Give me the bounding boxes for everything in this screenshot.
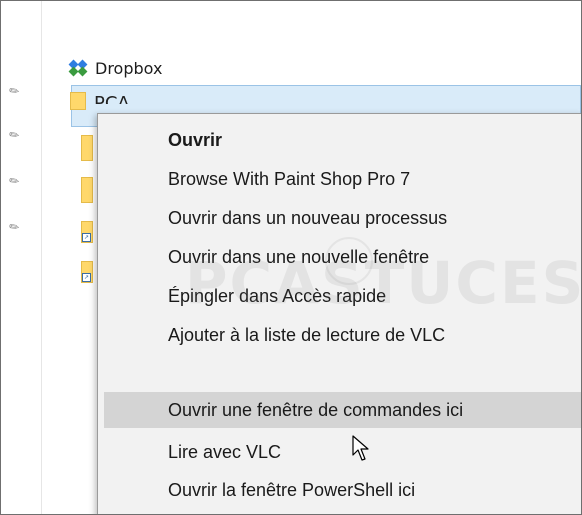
pin-icon[interactable]: ✎ [6, 124, 25, 144]
item-label: PCA [94, 93, 130, 104]
shortcut-arrow-icon: ↗ [82, 273, 91, 282]
pin-icon[interactable]: ✎ [6, 216, 25, 236]
menu-item-nouvelle-fenetre[interactable]: Ouvrir dans une nouvelle fenêtre [104, 239, 581, 275]
quick-access-pin-column: ✎ ✎ ✎ ✎ [1, 1, 42, 514]
context-menu: Ouvrir Browse With Paint Shop Pro 7 Ouvr… [97, 113, 581, 514]
dropbox-icon [68, 59, 88, 77]
mouse-cursor-icon [352, 435, 369, 461]
folder-shortcut-icon: ↗ [81, 221, 93, 243]
folder-icon [81, 135, 93, 161]
item-label: Dropbox [95, 58, 163, 78]
explorer-window: ✎ ✎ ✎ ✎ Dropbox PCA ↗ ↗ Ouvrir Browse Wi… [0, 0, 582, 515]
folder-shortcut-icon: ↗ [81, 261, 93, 283]
pin-icon[interactable]: ✎ [6, 170, 25, 190]
list-item-dropbox[interactable]: Dropbox [68, 53, 581, 83]
pin-icon[interactable]: ✎ [6, 80, 25, 100]
menu-item-lire-vlc[interactable]: Lire avec VLC [104, 434, 581, 470]
menu-item-ajouter-vlc[interactable]: Ajouter à la liste de lecture de VLC [104, 317, 581, 353]
folder-icon [70, 92, 86, 110]
menu-item-epingler-acces-rapide[interactable]: Épingler dans Accès rapide [104, 278, 581, 314]
menu-item-browse-paint-shop-pro[interactable]: Browse With Paint Shop Pro 7 [104, 161, 581, 197]
shortcut-arrow-icon: ↗ [82, 233, 91, 242]
menu-item-powershell[interactable]: Ouvrir la fenêtre PowerShell ici [104, 472, 581, 508]
menu-item-nouveau-processus[interactable]: Ouvrir dans un nouveau processus [104, 200, 581, 236]
menu-item-fenetre-commandes[interactable]: Ouvrir une fenêtre de commandes ici [104, 392, 581, 428]
folder-icon [81, 177, 93, 203]
menu-item-ouvrir[interactable]: Ouvrir [104, 122, 581, 158]
